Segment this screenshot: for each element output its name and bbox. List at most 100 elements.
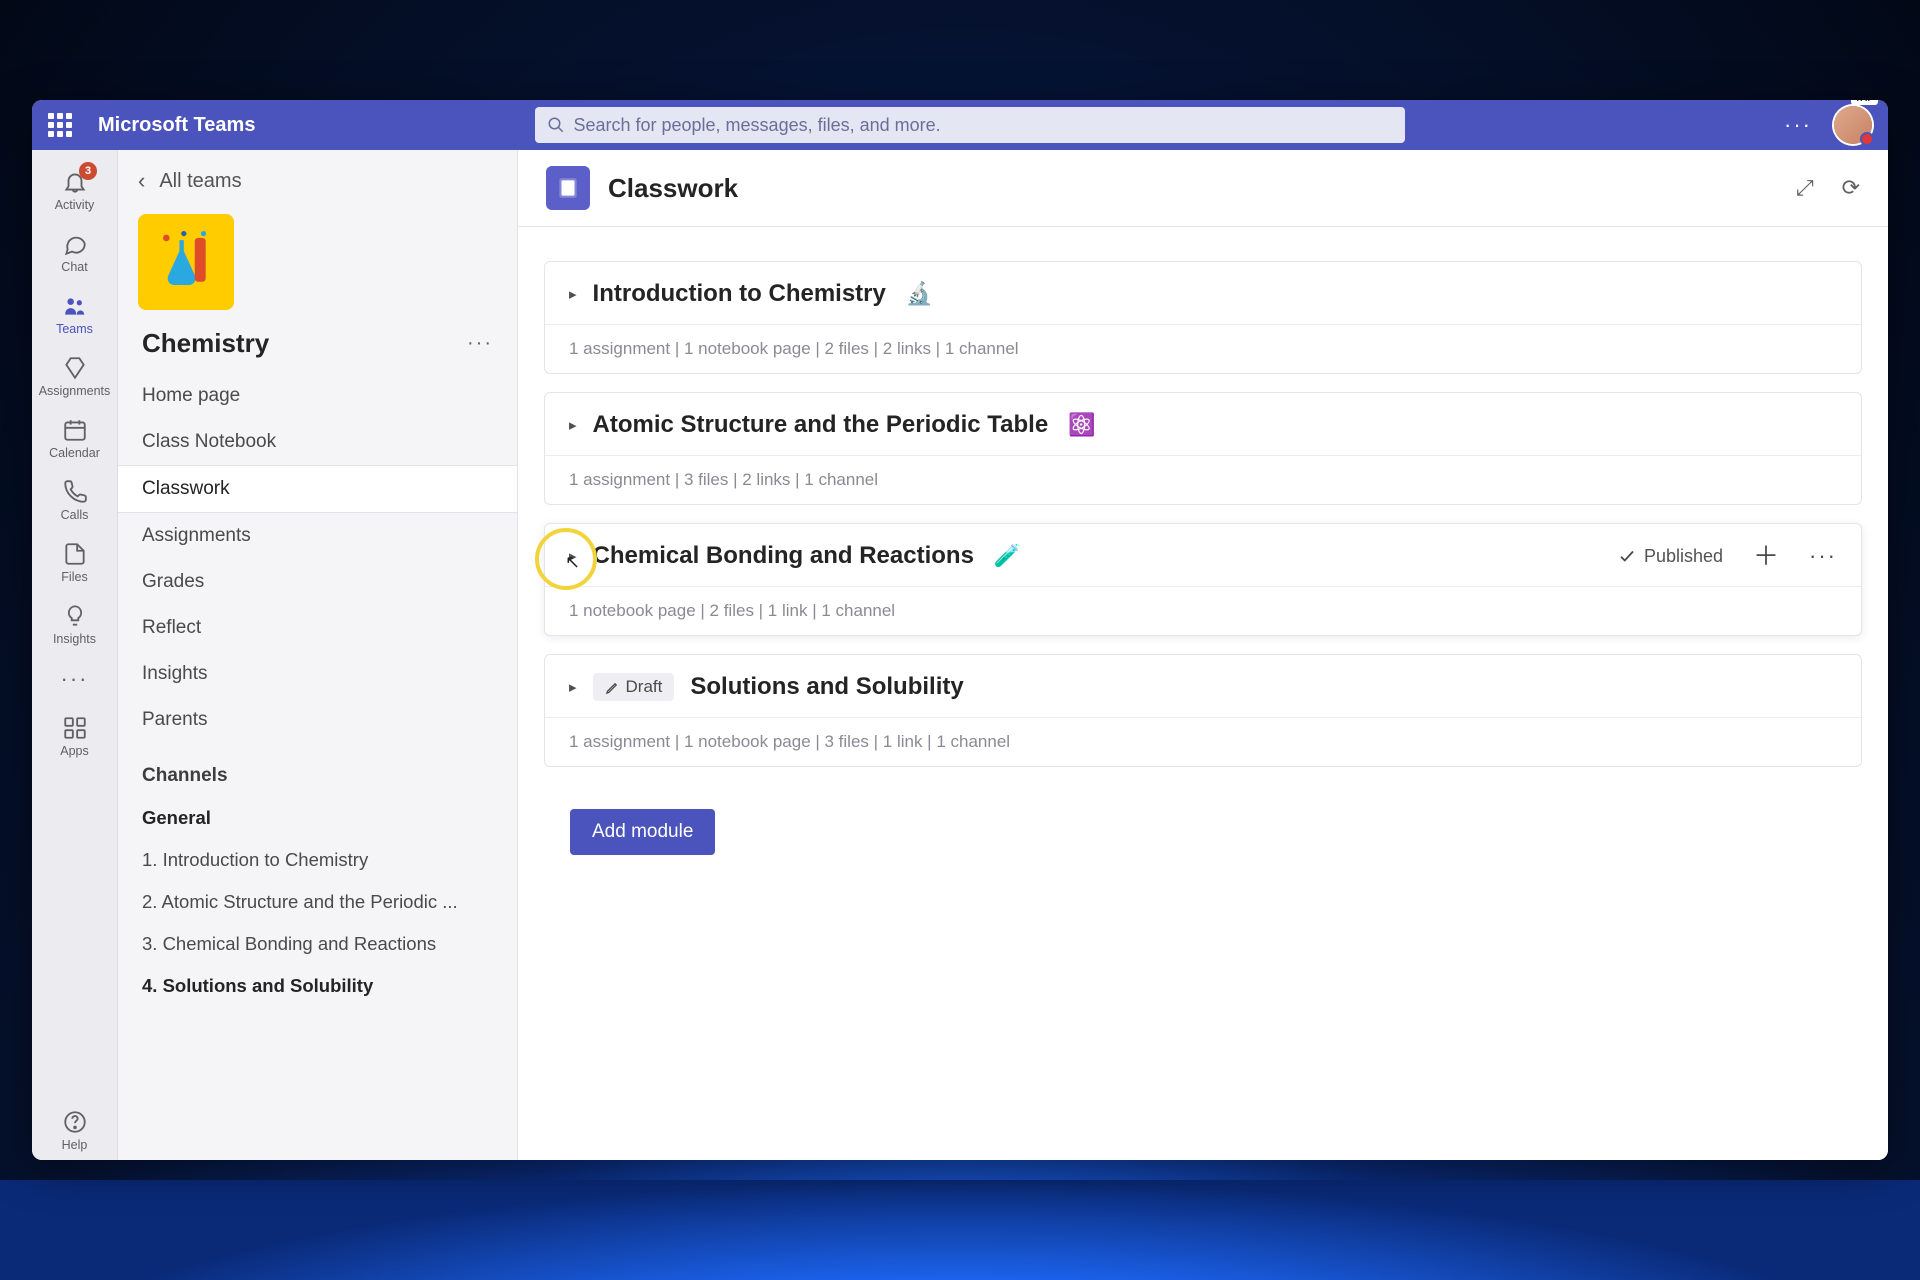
rail-label: Insights bbox=[53, 632, 96, 646]
add-to-module-button[interactable]: ＋ bbox=[1753, 543, 1779, 569]
sidebar-item-home[interactable]: Home page bbox=[118, 373, 517, 419]
add-module-button[interactable]: Add module bbox=[570, 809, 715, 855]
rail-teams[interactable]: Teams bbox=[32, 282, 117, 344]
rail-activity[interactable]: 3 Activity bbox=[32, 158, 117, 220]
insights-icon bbox=[61, 602, 89, 630]
app-launcher-icon[interactable] bbox=[48, 113, 72, 137]
sidebar-item-grades[interactable]: Grades bbox=[118, 559, 517, 605]
sidebar-item-parents[interactable]: Parents bbox=[118, 697, 517, 743]
module-title: Atomic Structure and the Periodic Table bbox=[593, 411, 1049, 439]
app-name: Microsoft Teams bbox=[98, 114, 255, 137]
beaker-icon bbox=[151, 227, 221, 297]
highlight-annotation bbox=[535, 528, 597, 590]
rail-calendar[interactable]: Calendar bbox=[32, 406, 117, 468]
module-card[interactable]: ▸ Introduction to Chemistry 🔬 1 assignme… bbox=[544, 261, 1862, 374]
draft-badge: Draft bbox=[593, 673, 675, 701]
rail-insights[interactable]: Insights bbox=[32, 592, 117, 654]
page-title: Classwork bbox=[608, 173, 738, 204]
user-avatar[interactable]: TAP bbox=[1834, 106, 1872, 144]
sidebar-item-reflect[interactable]: Reflect bbox=[118, 605, 517, 651]
rail-files[interactable]: Files bbox=[32, 530, 117, 592]
channel-1[interactable]: 1. Introduction to Chemistry bbox=[118, 839, 517, 881]
chevron-right-icon[interactable]: ▸ bbox=[569, 547, 577, 565]
sidebar-item-insights[interactable]: Insights bbox=[118, 651, 517, 697]
team-sidebar: ‹ All teams Chemistry ··· Home page Clas… bbox=[118, 150, 518, 1160]
rail-assignments[interactable]: Assignments bbox=[32, 344, 117, 406]
module-emoji: 🔬 bbox=[906, 281, 933, 307]
published-label: Published bbox=[1644, 546, 1723, 567]
refresh-icon[interactable]: ⟳ bbox=[1842, 175, 1860, 201]
check-icon bbox=[1618, 547, 1636, 565]
module-title: Solutions and Solubility bbox=[690, 673, 963, 701]
expand-icon[interactable]: ⤢ bbox=[1796, 175, 1814, 201]
rail-help[interactable]: Help bbox=[32, 1098, 117, 1160]
published-status: Published bbox=[1618, 546, 1723, 567]
app-window: Microsoft Teams ··· TAP 3 Activity Chat bbox=[32, 100, 1888, 1160]
channels-header: Channels bbox=[118, 743, 517, 797]
avatar-tag: TAP bbox=[1851, 100, 1878, 105]
title-bar-right: ··· TAP bbox=[1784, 106, 1872, 144]
rail-label: Files bbox=[61, 570, 87, 584]
module-meta: 1 assignment | 3 files | 2 links | 1 cha… bbox=[545, 455, 1861, 504]
settings-more-icon[interactable]: ··· bbox=[1784, 112, 1812, 138]
rail-label: Apps bbox=[60, 744, 89, 758]
rail-apps[interactable]: Apps bbox=[32, 704, 117, 766]
module-emoji: ⚛️ bbox=[1068, 412, 1095, 438]
rail-label: Teams bbox=[56, 322, 93, 336]
search-icon bbox=[547, 116, 565, 134]
back-label: All teams bbox=[159, 170, 241, 193]
sidebar-item-assignments[interactable]: Assignments bbox=[118, 513, 517, 559]
module-meta: 1 assignment | 1 notebook page | 2 files… bbox=[545, 324, 1861, 373]
chevron-left-icon: ‹ bbox=[138, 168, 145, 194]
pencil-icon bbox=[605, 680, 620, 695]
calls-icon bbox=[61, 478, 89, 506]
module-card-selected[interactable]: ↖ ▸ Chemical Bonding and Reactions 🧪 Pub… bbox=[544, 523, 1862, 636]
sidebar-item-classwork[interactable]: Classwork bbox=[118, 465, 517, 513]
module-title: Introduction to Chemistry bbox=[593, 280, 886, 308]
files-icon bbox=[61, 540, 89, 568]
apps-icon bbox=[61, 714, 89, 742]
search-box[interactable] bbox=[535, 107, 1405, 143]
chevron-right-icon[interactable]: ▸ bbox=[569, 285, 577, 303]
calendar-icon bbox=[61, 416, 89, 444]
module-emoji: 🧪 bbox=[994, 543, 1021, 569]
channel-general[interactable]: General bbox=[118, 797, 517, 839]
channel-3[interactable]: 3. Chemical Bonding and Reactions bbox=[118, 923, 517, 965]
activity-badge: 3 bbox=[79, 162, 97, 180]
sidebar-item-notebook[interactable]: Class Notebook bbox=[118, 419, 517, 465]
rail-chat[interactable]: Chat bbox=[32, 220, 117, 282]
draft-label: Draft bbox=[626, 677, 663, 697]
rail-label: Assignments bbox=[39, 384, 111, 398]
help-icon bbox=[61, 1108, 89, 1136]
search-input[interactable] bbox=[573, 115, 1393, 136]
page-header: Classwork ⤢ ⟳ bbox=[518, 150, 1888, 227]
rail-label: Chat bbox=[61, 260, 87, 274]
title-bar: Microsoft Teams ··· TAP bbox=[32, 100, 1888, 150]
chevron-right-icon[interactable]: ▸ bbox=[569, 678, 577, 696]
rail-label: Help bbox=[62, 1138, 88, 1152]
module-card[interactable]: ▸ Atomic Structure and the Periodic Tabl… bbox=[544, 392, 1862, 505]
module-card[interactable]: ▸ Draft Solutions and Solubility 1 assig… bbox=[544, 654, 1862, 767]
teams-icon bbox=[61, 292, 89, 320]
module-meta: 1 assignment | 1 notebook page | 3 files… bbox=[545, 717, 1861, 766]
back-to-all-teams[interactable]: ‹ All teams bbox=[118, 168, 517, 210]
team-avatar bbox=[138, 214, 234, 310]
app-rail: 3 Activity Chat Teams Assignments Calend… bbox=[32, 150, 118, 1160]
chevron-right-icon[interactable]: ▸ bbox=[569, 416, 577, 434]
chat-icon bbox=[61, 230, 89, 258]
wallpaper bbox=[0, 1180, 1920, 1280]
module-meta: 1 notebook page | 2 files | 1 link | 1 c… bbox=[545, 586, 1861, 635]
channel-4[interactable]: 4. Solutions and Solubility bbox=[118, 965, 517, 1007]
modules-list: ▸ Introduction to Chemistry 🔬 1 assignme… bbox=[518, 227, 1888, 1160]
module-more-icon[interactable]: ··· bbox=[1809, 543, 1837, 569]
main-panel: Classwork ⤢ ⟳ ▸ Introduction to Chemistr… bbox=[518, 150, 1888, 1160]
rail-label: Calendar bbox=[49, 446, 100, 460]
classwork-app-icon bbox=[546, 166, 590, 210]
rail-calls[interactable]: Calls bbox=[32, 468, 117, 530]
team-more-icon[interactable]: ··· bbox=[467, 332, 493, 355]
rail-label: Calls bbox=[61, 508, 89, 522]
team-title: Chemistry bbox=[142, 328, 269, 359]
rail-label: Activity bbox=[55, 198, 95, 212]
channel-2[interactable]: 2. Atomic Structure and the Periodic ... bbox=[118, 881, 517, 923]
rail-more-icon[interactable]: ··· bbox=[61, 654, 89, 704]
